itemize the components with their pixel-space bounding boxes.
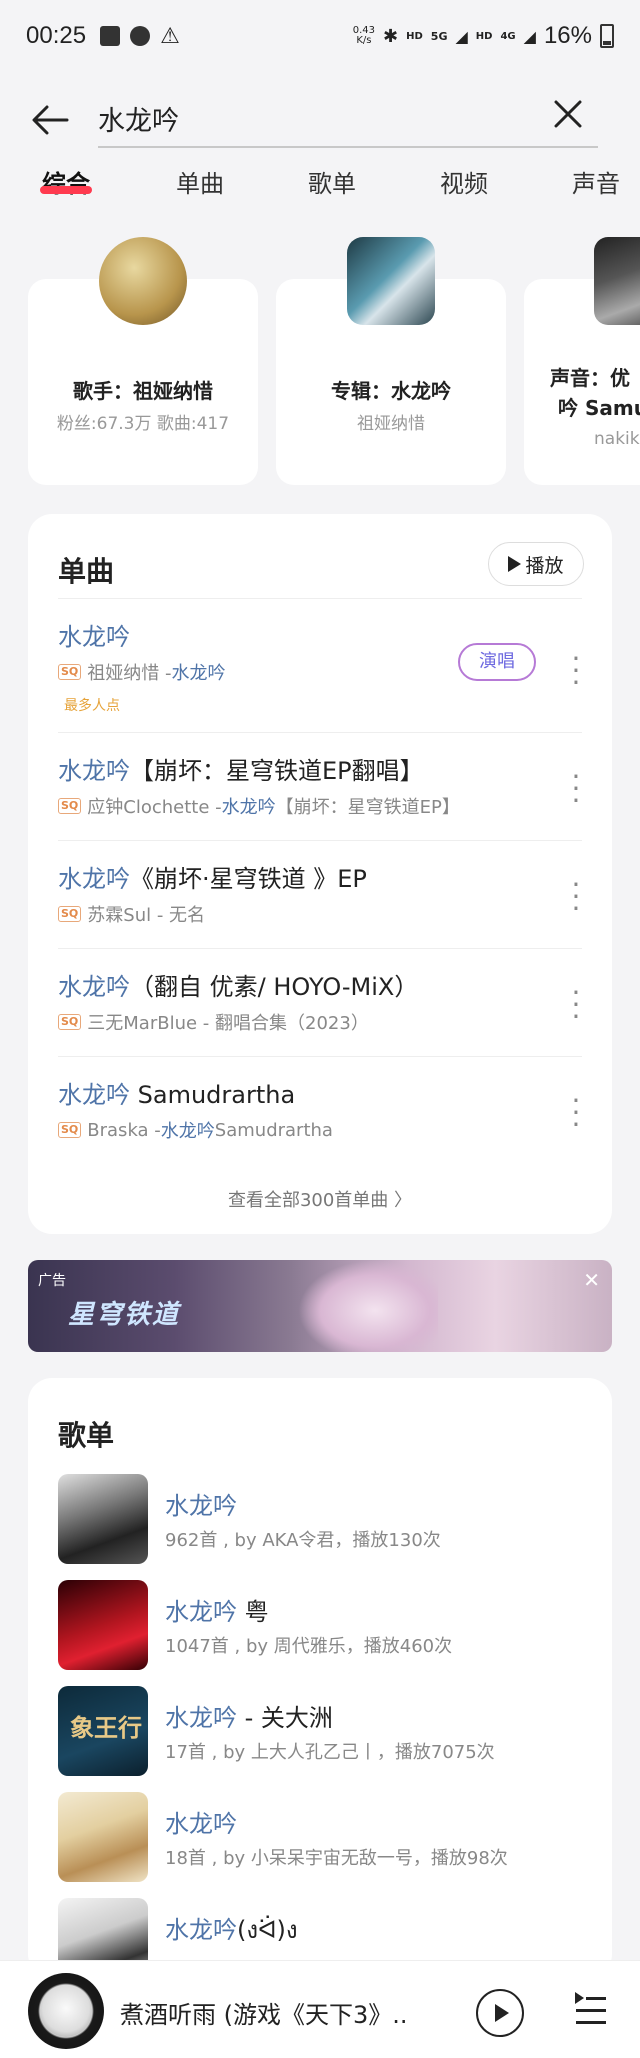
playlist-cover: 象王行 xyxy=(58,1686,148,1776)
artist-card[interactable]: 歌手：祖娅纳惜 粉丝:67.3万 歌曲:417 xyxy=(28,237,258,485)
clear-search-icon[interactable] xyxy=(548,96,588,136)
battery-percent: 16% xyxy=(543,22,592,49)
playlist-cover xyxy=(58,1792,148,1882)
song-row[interactable]: 水龙吟（翻自 优素/ HOYO-MiX） SQ 三无MarBlue - 翻唱合集（… xyxy=(58,948,582,1056)
playlist-item[interactable]: 水龙吟 18首 , by 小呆呆宇宙无敌一号，播放98次 xyxy=(58,1792,588,1884)
sq-badge: SQ xyxy=(58,798,82,814)
ad-close-icon[interactable]: ✕ xyxy=(583,1268,600,1292)
hot-label: 最多人点 xyxy=(64,698,120,714)
sq-badge: SQ xyxy=(58,1014,82,1030)
audio-cover xyxy=(594,237,640,325)
app-notification-icon xyxy=(130,26,151,46)
now-playing-title[interactable]: 煮酒听雨 (游戏《天下3》... xyxy=(120,1995,410,2030)
sq-badge: SQ xyxy=(58,906,82,922)
more-options-icon[interactable]: · · · xyxy=(564,1087,588,1139)
status-bar: 00:25 ⚠ 0.43 K/s ✱ HD 5G ◢ HD 4G ◢ 16% xyxy=(0,0,640,72)
hd-badge-2: HD xyxy=(475,30,493,42)
artist-card-title: 歌手：祖娅纳惜 xyxy=(73,379,213,403)
song-row[interactable]: 水龙吟《崩坏·星穹铁道 》EP SQ 苏霖Sul - 无名 · · · xyxy=(58,840,582,948)
ad-logo: 星穹铁道 xyxy=(68,1300,181,1330)
playlist-cover xyxy=(58,1474,148,1564)
play-icon xyxy=(508,556,522,572)
playlist-item[interactable]: 水龙吟 962首 , by AKA令君，播放130次 xyxy=(58,1474,588,1566)
sing-button[interactable]: 演唱 xyxy=(458,643,536,681)
songs-section-title: 单曲 xyxy=(58,555,115,588)
now-playing-disc[interactable] xyxy=(28,1973,104,2049)
playlist-item[interactable]: 水龙吟 粤 1047首 , by 周代雅乐，播放460次 xyxy=(58,1580,588,1672)
notification-icons: ⚠ xyxy=(100,24,180,49)
ad-tag: 广告 xyxy=(38,1273,66,1289)
tab-songs[interactable]: 单曲 xyxy=(176,164,224,199)
bluetooth-icon: ✱ xyxy=(383,25,399,47)
lte-badge: 4G xyxy=(500,30,516,42)
song-row[interactable]: 水龙吟 SQ 祖娅纳惜 - 水龙吟 最多人点 演唱 · · · xyxy=(58,598,582,732)
playlist-queue-icon[interactable] xyxy=(572,1991,608,2031)
search-input[interactable] xyxy=(98,90,538,146)
play-all-button[interactable]: 播放 xyxy=(488,542,584,586)
top-results-carousel: 歌手：祖娅纳惜 粉丝:67.3万 歌曲:417 专辑：水龙吟 祖娅纳惜 声音：优… xyxy=(0,235,640,495)
album-card-title: 专辑：水龙吟 xyxy=(331,379,451,403)
sq-badge: SQ xyxy=(58,1122,82,1138)
album-cover xyxy=(347,237,435,325)
battery-icon xyxy=(600,24,614,48)
tab-audio[interactable]: 声音 xyxy=(572,164,620,199)
tab-videos[interactable]: 视频 xyxy=(440,164,488,199)
sq-badge: SQ xyxy=(58,664,82,680)
active-tab-indicator xyxy=(40,186,92,194)
song-row[interactable]: 水龙吟 Samudrartha SQ Braska - 水龙吟 Samudrart… xyxy=(58,1056,582,1164)
hd-badge: HD xyxy=(406,30,423,42)
view-all-songs-link[interactable]: 查看全部300首单曲 〉 xyxy=(28,1186,612,1212)
signal-icon: ◢ xyxy=(455,26,468,46)
play-pause-button[interactable] xyxy=(476,1989,524,2037)
category-tabs: 综合 单曲 歌单 视频 声音 xyxy=(0,152,640,212)
audio-card[interactable]: 声音：优 吟 Samu nakik xyxy=(524,237,640,485)
back-arrow-icon[interactable] xyxy=(24,94,76,146)
net-speed: 0.43 K/s xyxy=(352,25,376,46)
status-right: 0.43 K/s ✱ HD 5G ◢ HD 4G ◢ 16% xyxy=(353,22,614,50)
more-options-icon[interactable]: · · · xyxy=(564,871,588,923)
network-type: 5G xyxy=(430,29,448,43)
more-options-icon[interactable]: · · · xyxy=(564,645,588,697)
album-card-sub: 祖娅纳惜 xyxy=(357,414,425,434)
cover-text: 象王行 xyxy=(70,1714,142,1742)
status-time: 00:25 xyxy=(26,22,87,49)
album-card[interactable]: 专辑：水龙吟 祖娅纳惜 xyxy=(276,237,506,485)
playlists-section: 歌单 水龙吟 962首 , by AKA令君，播放130次 水龙吟 粤 1047… xyxy=(28,1378,612,1988)
song-row[interactable]: 水龙吟【崩坏：星穹铁道EP翻唱】 SQ 应钟Clochette - 水龙吟 【崩坏：… xyxy=(58,732,582,840)
mini-player[interactable]: 煮酒听雨 (游戏《天下3》... xyxy=(0,1960,640,2058)
audio-card-title: 声音：优 吟 Samu xyxy=(550,366,640,420)
playlist-cover xyxy=(58,1580,148,1670)
songs-section: 单曲 播放 水龙吟 SQ 祖娅纳惜 - 水龙吟 最多人点 演唱 · · · 水龙吟【崩… xyxy=(28,514,612,1234)
playlists-section-title: 歌单 xyxy=(58,1419,115,1452)
artist-avatar xyxy=(99,237,187,325)
artist-card-sub: 粉丝:67.3万 歌曲:417 xyxy=(56,414,230,434)
image-notification-icon xyxy=(100,26,121,46)
ad-artwork xyxy=(298,1260,438,1352)
search-field xyxy=(98,90,598,148)
more-options-icon[interactable]: · · · xyxy=(564,763,588,815)
ad-banner[interactable]: 广告 星穹铁道 ✕ xyxy=(28,1260,612,1352)
signal-icon-2: ◢ xyxy=(523,26,536,46)
audio-card-sub: nakik xyxy=(594,429,640,449)
more-options-icon[interactable]: · · · xyxy=(564,979,588,1031)
now-playing-cover xyxy=(40,1985,92,2037)
warning-icon: ⚠ xyxy=(160,23,180,49)
tab-playlists[interactable]: 歌单 xyxy=(308,164,356,199)
playlist-item[interactable]: 象王行 水龙吟 - 关大洲 17首 , by 上大人孔乙己丨，播放7075次 xyxy=(58,1686,588,1778)
